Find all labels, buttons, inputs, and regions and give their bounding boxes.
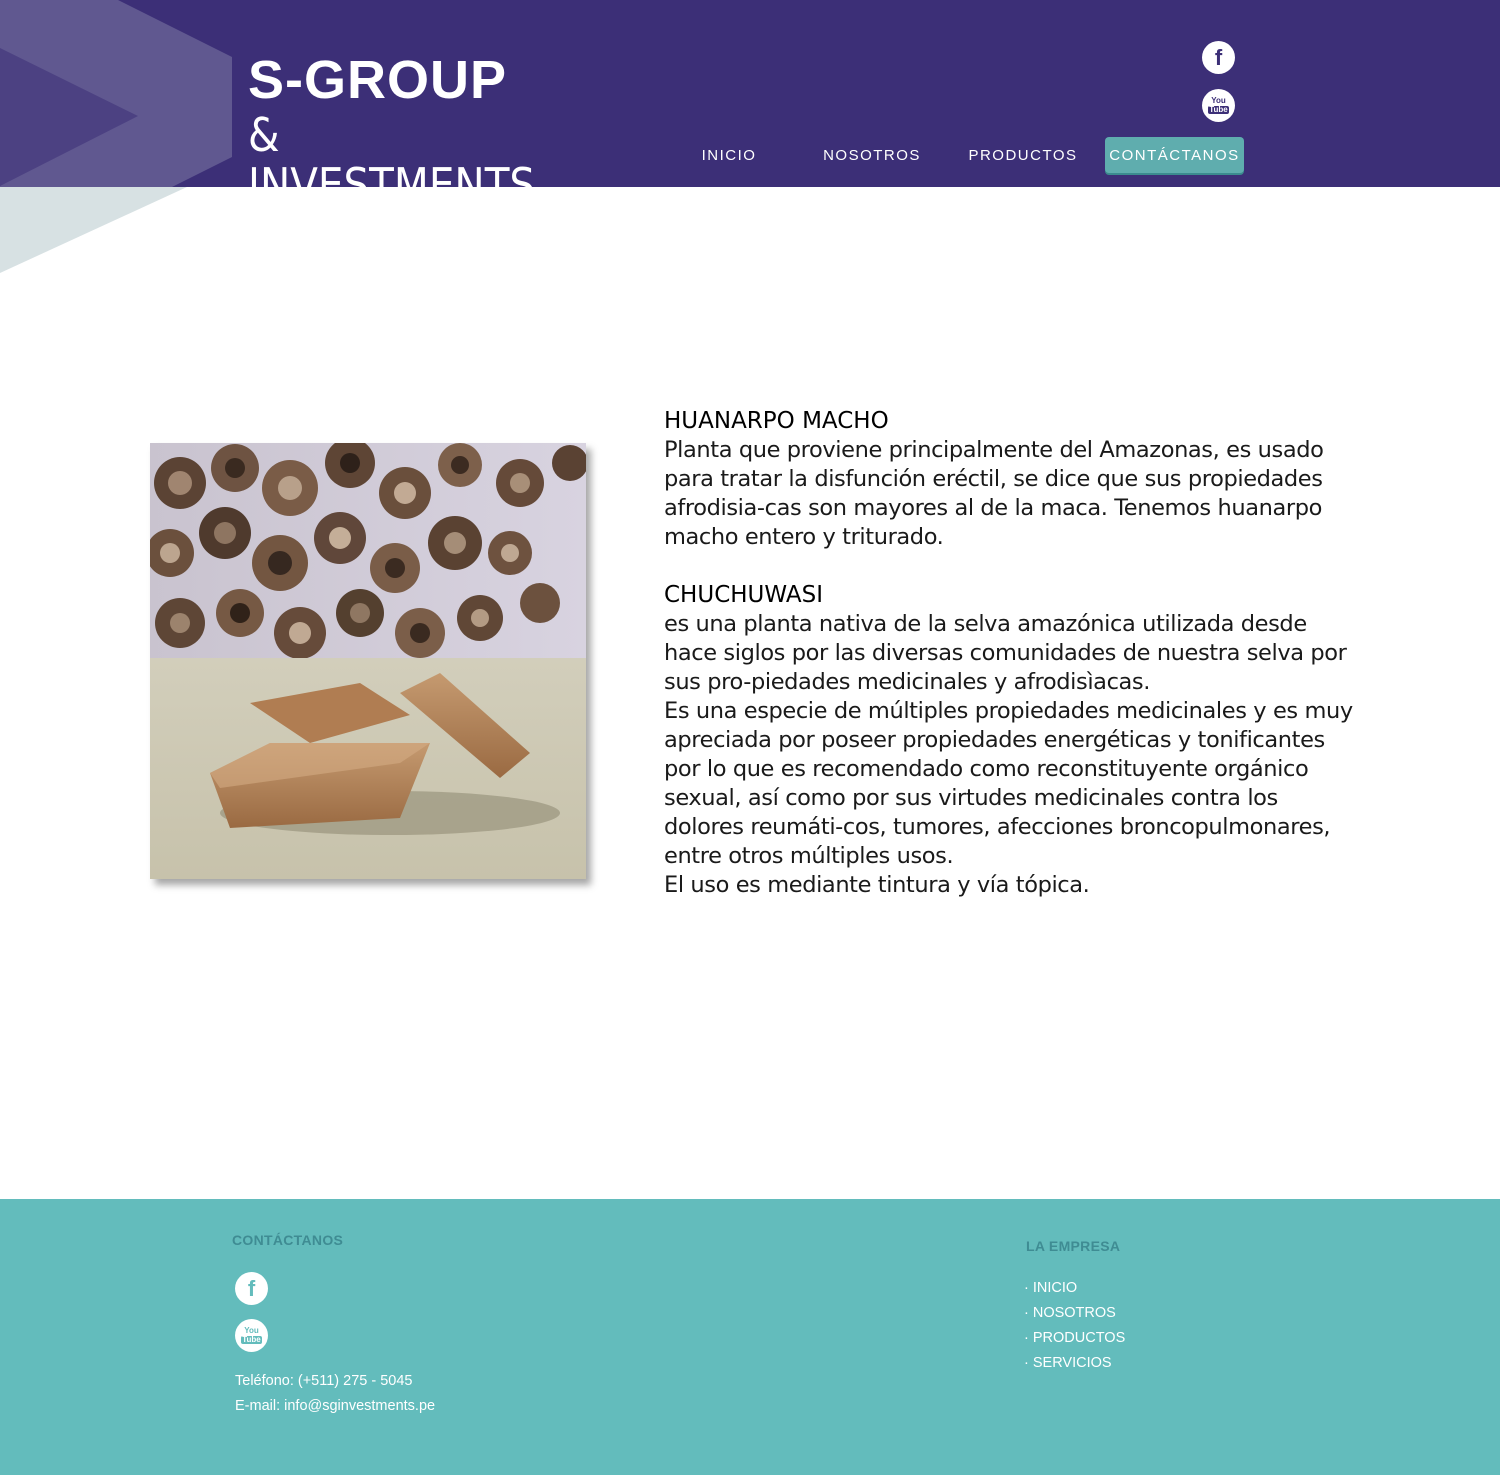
product-title-huanarpo: HUANARPO MACHO [664, 408, 889, 434]
youtube-icon-text-bottom: Tube [241, 1335, 262, 1344]
footer-contact-title: CONTÁCTANOS [232, 1232, 344, 1248]
header-youtube-link[interactable]: You Tube [1202, 89, 1235, 122]
product-text-chuchuwasi-2: Es una especie de múltiples propiedades … [664, 698, 1353, 869]
site-header: S-GROUP & INVESTMENTS f You Tube INICIO … [0, 0, 1500, 273]
footer-youtube-link[interactable]: You Tube [235, 1319, 268, 1352]
nav-nosotros[interactable]: NOSOTROS [818, 137, 926, 173]
product-photo-illustration [150, 443, 586, 879]
footer-link-inicio[interactable]: · INICIO [1024, 1279, 1125, 1304]
site-logo[interactable]: S-GROUP & INVESTMENTS [248, 50, 578, 210]
header-facebook-link[interactable]: f [1202, 41, 1235, 74]
site-footer: CONTÁCTANOS f You Tube Teléfono: (+511) … [0, 1199, 1500, 1475]
decorative-arrow-shape [0, 0, 232, 273]
nav-productos[interactable]: PRODUCTOS [966, 137, 1080, 173]
youtube-icon: You Tube [1208, 97, 1229, 114]
youtube-icon-text-bottom: Tube [1208, 105, 1229, 114]
footer-email-link[interactable]: E-mail: info@sginvestments.pe [235, 1398, 435, 1414]
product-text-chuchuwasi-3: El uso es mediante tintura y vía tópica. [664, 872, 1090, 898]
footer-link-productos[interactable]: · PRODUCTOS [1024, 1329, 1125, 1354]
footer-links: · INICIO · NOSOTROS · PRODUCTOS · SERVIC… [1024, 1279, 1125, 1379]
facebook-icon: f [1214, 44, 1223, 70]
footer-link-nosotros[interactable]: · NOSOTROS [1024, 1304, 1125, 1329]
logo-text-secondary: & INVESTMENTS [248, 108, 536, 212]
logo-text-primary: S-GROUP [248, 50, 508, 110]
footer-facebook-link[interactable]: f [235, 1272, 268, 1305]
product-image [150, 443, 586, 879]
nav-contactanos-active[interactable]: CONTÁCTANOS [1105, 137, 1244, 173]
product-text-chuchuwasi-1: es una planta nativa de la selva amazóni… [664, 611, 1347, 695]
product-title-chuchuwasi: CHUCHUWASI [664, 582, 823, 608]
youtube-icon-text-top: You [1211, 96, 1226, 105]
facebook-icon: f [247, 1275, 256, 1301]
nav-inicio[interactable]: INICIO [688, 137, 770, 173]
footer-company-title: LA EMPRESA [1026, 1238, 1121, 1254]
youtube-icon-text-top: You [244, 1326, 259, 1335]
footer-link-servicios[interactable]: · SERVICIOS [1024, 1354, 1125, 1379]
footer-phone: Teléfono: (+511) 275 - 5045 [235, 1373, 413, 1389]
product-text-huanarpo: Planta que proviene principalmente del A… [664, 437, 1324, 550]
youtube-icon: You Tube [241, 1327, 262, 1344]
product-descriptions: HUANARPO MACHO Planta que proviene princ… [664, 407, 1364, 900]
